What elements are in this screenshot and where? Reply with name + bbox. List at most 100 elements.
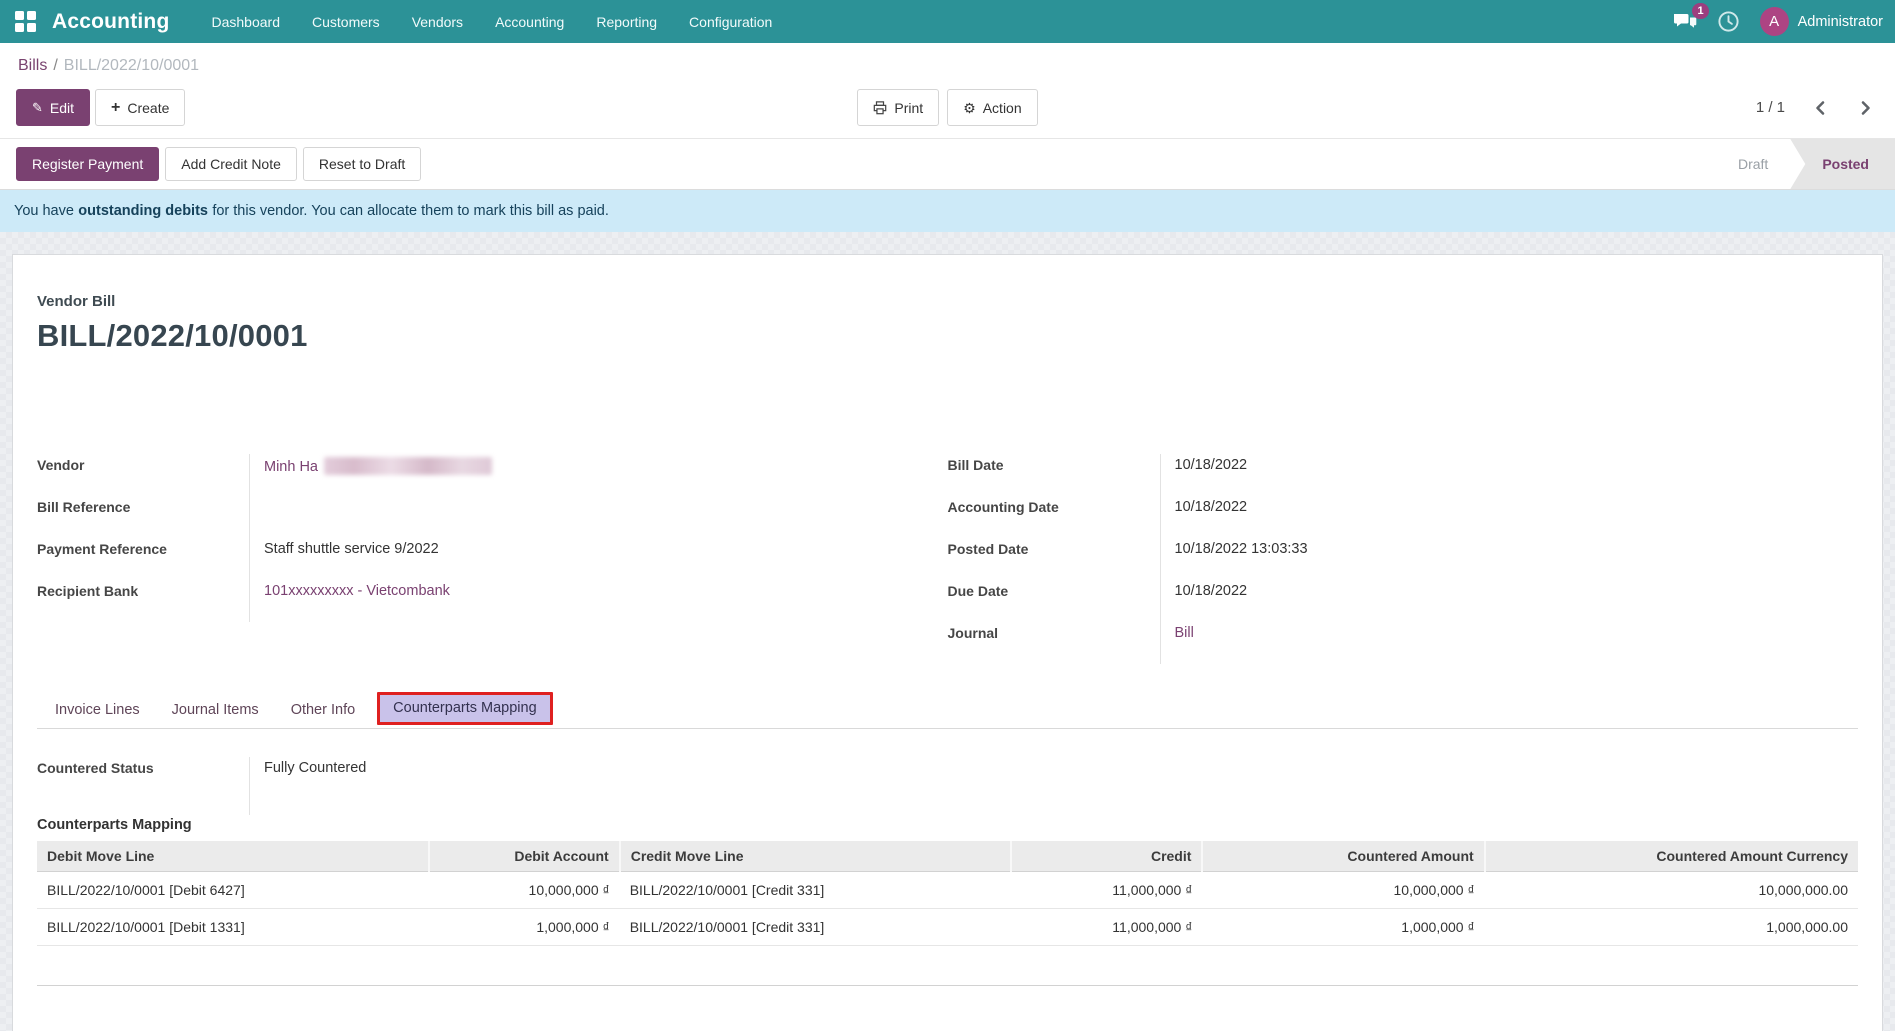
menu-vendors[interactable]: Vendors — [398, 2, 477, 42]
tab-counterparts-mapping[interactable]: Counterparts Mapping — [377, 692, 552, 725]
cell-debit-account: 10,000,000 ₫ — [429, 872, 620, 909]
user-menu[interactable]: A Administrator — [1760, 7, 1883, 36]
edit-button[interactable]: ✎ Edit — [16, 89, 90, 126]
cell-debit-move-line: BILL/2022/10/0001 [Debit 1331] — [37, 909, 429, 946]
journal-label: Journal — [948, 622, 1160, 664]
gear-icon: ⚙ — [963, 101, 976, 115]
countered-status-value: Fully Countered — [249, 757, 1858, 815]
messages-icon[interactable]: 1 — [1673, 11, 1697, 33]
posted-date-value: 10/18/2022 13:03:33 — [1160, 538, 1799, 580]
print-button[interactable]: Print — [857, 89, 939, 126]
menu-reporting[interactable]: Reporting — [582, 2, 671, 42]
notebook-tabs: Invoice Lines Journal Items Other Info C… — [37, 692, 1858, 729]
countered-status-label: Countered Status — [37, 757, 249, 815]
state-posted[interactable]: Posted — [1790, 139, 1895, 189]
cell-credit: 11,000,000 ₫ — [1011, 872, 1202, 909]
recipient-bank-link[interactable]: 101xxxxxxxxx - Vietcombank — [264, 583, 450, 599]
journal-link[interactable]: Bill — [1175, 625, 1194, 641]
field-due-date: Due Date 10/18/2022 — [948, 580, 1799, 622]
document-type-label: Vendor Bill — [37, 293, 1858, 310]
field-bill-date: Bill Date 10/18/2022 — [948, 454, 1799, 496]
cell-credit: 11,000,000 ₫ — [1011, 909, 1202, 946]
breadcrumb-bills-link[interactable]: Bills — [18, 57, 47, 74]
tab-invoice-lines[interactable]: Invoice Lines — [39, 693, 156, 728]
accounting-date-label: Accounting Date — [948, 496, 1160, 538]
breadcrumb-separator: / — [53, 57, 57, 74]
register-payment-button[interactable]: Register Payment — [16, 147, 159, 181]
right-field-group: Bill Date 10/18/2022 Accounting Date 10/… — [948, 454, 1859, 664]
counterparts-mapping-table: Debit Move Line Debit Account Credit Mov… — [37, 841, 1858, 986]
navbar-systray: 1 A Administrator — [1673, 7, 1885, 36]
plus-icon: + — [111, 100, 120, 116]
activities-clock-icon[interactable] — [1717, 10, 1740, 33]
printer-icon — [873, 101, 887, 115]
bill-form-sheet: Vendor Bill BILL/2022/10/0001 Vendor Min… — [12, 254, 1883, 1031]
field-countered-status: Countered Status Fully Countered — [37, 757, 1858, 815]
col-debit-account: Debit Account — [429, 841, 620, 872]
grid-icon — [15, 11, 36, 32]
user-name: Administrator — [1798, 14, 1883, 30]
field-payment-reference: Payment Reference Staff shuttle service … — [37, 538, 888, 580]
chevron-right-icon — [1858, 100, 1873, 116]
col-countered-amount: Countered Amount — [1202, 841, 1484, 872]
table-row[interactable]: BILL/2022/10/0001 [Debit 1331] 1,000,000… — [37, 909, 1858, 946]
counterparts-mapping-title: Counterparts Mapping — [37, 817, 1858, 833]
field-bill-reference: Bill Reference — [37, 496, 888, 538]
payment-reference-label: Payment Reference — [37, 538, 249, 580]
top-navbar: Accounting Dashboard Customers Vendors A… — [0, 0, 1895, 43]
statusbar-buttons: Register Payment Add Credit Note Reset t… — [16, 147, 421, 181]
col-countered-amount-currency: Countered Amount Currency — [1485, 841, 1858, 872]
app-title: Accounting — [52, 10, 170, 34]
col-debit-move-line: Debit Move Line — [37, 841, 429, 872]
banner-text-suffix: for this vendor. You can allocate them t… — [212, 203, 609, 219]
outstanding-debits-banner: You have outstanding debits for this ven… — [0, 190, 1895, 232]
create-button[interactable]: + Create — [95, 89, 185, 126]
col-credit-move-line: Credit Move Line — [620, 841, 1012, 872]
apps-menu-icon[interactable] — [8, 5, 42, 39]
accounting-date-value: 10/18/2022 — [1160, 496, 1799, 538]
menu-configuration[interactable]: Configuration — [675, 2, 786, 42]
pencil-icon: ✎ — [32, 101, 43, 114]
menu-dashboard[interactable]: Dashboard — [198, 2, 295, 42]
state-draft[interactable]: Draft — [1716, 139, 1790, 189]
statusbar-states: Draft Posted — [1716, 139, 1895, 189]
cell-countered-amount-currency: 1,000,000.00 — [1485, 909, 1858, 946]
bill-date-label: Bill Date — [948, 454, 1160, 496]
field-groups: Vendor Minh Ha Bill Reference Payment Re… — [37, 454, 1858, 664]
due-date-label: Due Date — [948, 580, 1160, 622]
menu-customers[interactable]: Customers — [298, 2, 394, 42]
table-header-row: Debit Move Line Debit Account Credit Mov… — [37, 841, 1858, 872]
tab-other-info[interactable]: Other Info — [275, 693, 371, 728]
pager-next-button[interactable] — [1856, 98, 1875, 118]
pager-value[interactable]: 1 / 1 — [1756, 99, 1785, 116]
cp-center-buttons: Print ⚙ Action — [857, 89, 1037, 126]
add-credit-note-button[interactable]: Add Credit Note — [165, 147, 297, 181]
field-recipient-bank: Recipient Bank 101xxxxxxxxx - Vietcomban… — [37, 580, 888, 622]
breadcrumb: Bills/BILL/2022/10/0001 — [18, 57, 1879, 75]
table-row[interactable]: BILL/2022/10/0001 [Debit 6427] 10,000,00… — [37, 872, 1858, 909]
bill-number-title: BILL/2022/10/0001 — [37, 318, 1858, 354]
banner-text-bold: outstanding debits — [78, 203, 208, 219]
form-view-background: Vendor Bill BILL/2022/10/0001 Vendor Min… — [0, 232, 1895, 1031]
left-field-group: Vendor Minh Ha Bill Reference Payment Re… — [37, 454, 948, 664]
table-empty-row — [37, 946, 1858, 986]
recipient-bank-label: Recipient Bank — [37, 580, 249, 622]
menu-accounting[interactable]: Accounting — [481, 2, 578, 42]
field-journal: Journal Bill — [948, 622, 1799, 664]
bill-reference-label: Bill Reference — [37, 496, 249, 538]
vendor-link[interactable]: Minh Ha — [264, 459, 318, 475]
payment-reference-value: Staff shuttle service 9/2022 — [249, 538, 888, 580]
main-menu: Dashboard Customers Vendors Accounting R… — [198, 2, 1673, 42]
pager-previous-button[interactable] — [1811, 98, 1830, 118]
tab-journal-items[interactable]: Journal Items — [156, 693, 275, 728]
posted-date-label: Posted Date — [948, 538, 1160, 580]
action-button[interactable]: ⚙ Action — [947, 89, 1037, 126]
cell-debit-move-line: BILL/2022/10/0001 [Debit 6427] — [37, 872, 429, 909]
due-date-value: 10/18/2022 — [1160, 580, 1799, 622]
bill-date-value: 10/18/2022 — [1160, 454, 1799, 496]
field-posted-date: Posted Date 10/18/2022 13:03:33 — [948, 538, 1799, 580]
control-panel: Bills/BILL/2022/10/0001 ✎ Edit + Create … — [0, 43, 1895, 139]
bill-reference-value — [249, 496, 888, 538]
reset-to-draft-button[interactable]: Reset to Draft — [303, 147, 421, 181]
cell-countered-amount-currency: 10,000,000.00 — [1485, 872, 1858, 909]
